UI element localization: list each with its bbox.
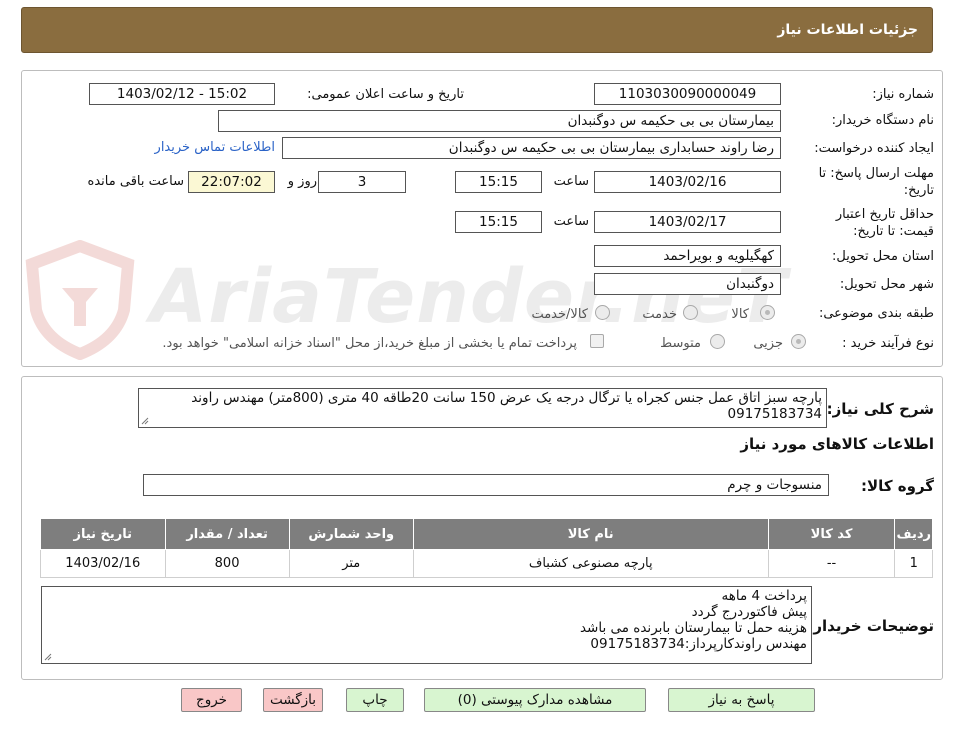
validity-date-field[interactable]: 1403/02/17 (594, 211, 781, 233)
city-label: شهر محل تحویل: (839, 277, 934, 292)
days-field[interactable]: 3 (318, 171, 406, 193)
validity-label-line1: حداقل تاریخ اعتبار (835, 207, 934, 222)
validity-label-line2: قیمت: تا تاریخ: (853, 224, 934, 239)
treasury-payment-note: پرداخت تمام یا بخشی از مبلغ خرید،از محل … (162, 336, 577, 351)
col-name: نام کالا (412, 518, 769, 550)
category-goods-service-radio[interactable] (595, 305, 610, 320)
days-label: روز و (287, 174, 317, 189)
description-value: پارچه سبز اتاق عمل جنس کجراه یا ترگال در… (191, 390, 822, 422)
table-header-row: ردیف کد کالا نام کالا واحد شمارش تعداد /… (40, 518, 933, 550)
buyer-contact-link[interactable]: اطلاعات تماس خریدار (155, 140, 275, 155)
buyer-note-line: پرداخت 4 ماهه (721, 588, 807, 604)
page-header: جزئیات اطلاعات نیاز (21, 7, 933, 53)
province-label: استان محل تحویل: (832, 249, 934, 264)
need-number-label: شماره نیاز: (872, 87, 934, 102)
process-minor-radio[interactable] (791, 334, 806, 349)
description-text[interactable]: پارچه سبز اتاق عمل جنس کجراه یا ترگال در… (138, 388, 827, 428)
cell-name: پارچه مصنوعی کشباف (412, 549, 769, 578)
buyer-note-line: هزینه حمل تا بیمارستان بابرنده می باشد (579, 620, 807, 636)
category-service-radio[interactable] (683, 305, 698, 320)
exit-button[interactable]: خروج (181, 688, 242, 712)
deadline-label: مهلت ارسال پاسخ: تا تاریخ: (819, 165, 934, 199)
remaining-time-field: 22:07:02 (188, 171, 275, 193)
city-field[interactable]: دوگنبدان (594, 273, 781, 295)
goods-info-title: اطلاعات کالاهای مورد نیاز (740, 435, 934, 453)
col-date: تاریخ نیاز (40, 518, 166, 550)
cell-row: 1 (894, 549, 933, 578)
col-row: ردیف (894, 518, 933, 550)
deadline-time-field[interactable]: 15:15 (455, 171, 542, 193)
goods-table: ردیف کد کالا نام کالا واحد شمارش تعداد /… (40, 518, 933, 578)
col-unit: واحد شمارش (288, 518, 414, 550)
deadline-date-field[interactable]: 1403/02/16 (594, 171, 781, 193)
print-button[interactable]: چاپ (346, 688, 404, 712)
deadline-label-line2: تاریخ: (903, 183, 934, 198)
table-row[interactable]: 1 -- پارچه مصنوعی کشباف متر 800 1403/02/… (40, 549, 933, 578)
requester-field[interactable]: رضا راوند حسابداری بیمارستان بی بی حکیمه… (282, 137, 781, 159)
attachments-button[interactable]: مشاهده مدارک پیوستی (0) (424, 688, 646, 712)
goods-group-field[interactable]: منسوجات و چرم (143, 474, 829, 496)
process-medium-label: متوسط (660, 336, 701, 351)
deadline-label-line1: مهلت ارسال پاسخ: تا (818, 166, 934, 181)
treasury-payment-checkbox[interactable] (590, 334, 604, 348)
need-number-field[interactable]: 1103030090000049 (594, 83, 781, 105)
deadline-time-label: ساعت (553, 174, 589, 189)
validity-time-field[interactable]: 15:15 (455, 211, 542, 233)
cell-qty: 800 (164, 549, 290, 578)
cell-code: -- (767, 549, 896, 578)
process-label: نوع فرآیند خرید : (842, 336, 934, 351)
page-title: جزئیات اطلاعات نیاز (777, 22, 918, 38)
cell-unit: متر (288, 549, 414, 578)
buyer-notes-label: توضیحات خریدار: (807, 617, 934, 635)
resize-grip-icon[interactable] (141, 417, 149, 425)
process-medium-radio[interactable] (710, 334, 725, 349)
province-field[interactable]: کهگیلویه و بویراحمد (594, 245, 781, 267)
resize-grip-icon[interactable] (44, 653, 52, 661)
goods-group-label: گروه کالا: (861, 477, 934, 495)
description-label: شرح کلی نیاز: (826, 400, 934, 418)
validity-label: حداقل تاریخ اعتبار قیمت: تا تاریخ: (836, 206, 934, 240)
back-button[interactable]: بازگشت (263, 688, 323, 712)
buyer-note-line: پیش فاکتوردرج گردد (691, 604, 807, 620)
process-minor-label: جزیی (753, 336, 783, 351)
category-service-label: خدمت (642, 307, 677, 322)
buyer-note-line: مهندس راوندکارپرداز:09175183734 (590, 636, 807, 652)
reply-button[interactable]: پاسخ به نیاز (668, 688, 815, 712)
buyer-org-field[interactable]: بیمارستان بی بی حکیمه س دوگنبدان (218, 110, 781, 132)
cell-date: 1403/02/16 (40, 549, 166, 578)
category-goods-label: کالا (731, 307, 749, 322)
category-goods-radio[interactable] (760, 305, 775, 320)
buyer-org-label: نام دستگاه خریدار: (831, 113, 934, 128)
remaining-label: ساعت باقی مانده (87, 174, 184, 189)
buyer-notes-text[interactable]: پرداخت 4 ماهه پیش فاکتوردرج گردد هزینه ح… (41, 586, 812, 664)
category-goods-service-label: کالا/خدمت (531, 307, 588, 322)
requester-label: ایجاد کننده درخواست: (814, 141, 934, 156)
validity-time-label: ساعت (553, 214, 589, 229)
col-qty: تعداد / مقدار (164, 518, 290, 550)
announce-label: تاریخ و ساعت اعلان عمومی: (307, 87, 464, 102)
category-label: طبقه بندی موضوعی: (818, 306, 934, 321)
col-code: کد کالا (767, 518, 896, 550)
announce-field[interactable]: 1403/02/12 - 15:02 (89, 83, 275, 105)
